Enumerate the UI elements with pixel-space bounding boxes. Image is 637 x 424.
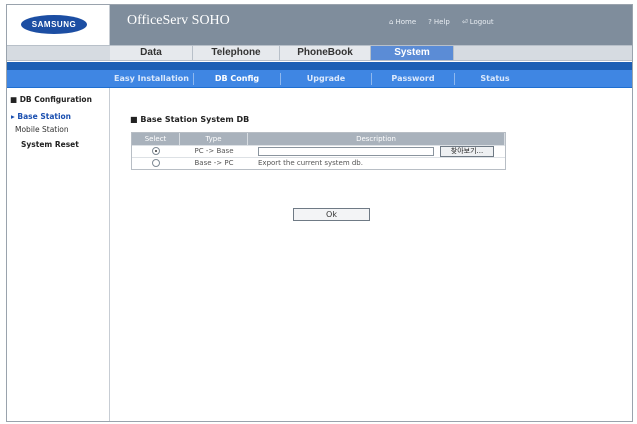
select-cell (132, 146, 180, 157)
home-link[interactable]: ⌂ Home (389, 18, 416, 26)
logo-area: SAMSUNG (7, 5, 110, 45)
db-table: Select Type Description PC -> Base 찾아보기.… (131, 132, 506, 170)
radio-pc-to-base[interactable] (152, 147, 160, 155)
subnav-db-config[interactable]: DB Config (194, 71, 280, 87)
tab-phonebook[interactable]: PhoneBook (280, 46, 371, 60)
header-links: ⌂ Home ? Help ⏎ Logout (389, 18, 494, 26)
subnav-password[interactable]: Password (372, 71, 454, 87)
square-bullet-icon: ■ (10, 95, 20, 104)
page-title: ■ Base Station System DB (130, 115, 249, 124)
logout-link-label: Logout (469, 18, 494, 26)
sidebar-section-label: DB Configuration (19, 95, 92, 104)
subnav-upgrade[interactable]: Upgrade (281, 71, 371, 87)
table-row: PC -> Base 찾아보기... (132, 145, 505, 157)
subnav-strip (7, 62, 632, 70)
app-title: OfficeServ SOHO (127, 13, 230, 28)
square-bullet-icon: ■ (130, 115, 141, 124)
help-icon: ? (428, 18, 432, 26)
sidebar-section: ■ DB Configuration (10, 95, 92, 104)
ok-button[interactable]: Ok (293, 208, 370, 221)
column-header-type: Type (180, 133, 248, 145)
description-cell: Export the current system db. (258, 159, 363, 167)
window: SAMSUNG OfficeServ SOHO ⌂ Home ? Help ⏎ Log… (6, 4, 633, 422)
logout-icon: ⏎ (461, 18, 468, 26)
home-icon: ⌂ (389, 18, 394, 26)
sidebar-item-mobile-station[interactable]: Mobile Station (15, 125, 69, 134)
radio-base-to-pc[interactable] (152, 159, 160, 167)
sidebar-item-label: Base Station (17, 112, 72, 121)
help-link-label: Help (433, 18, 450, 26)
column-header-select: Select (132, 133, 180, 145)
sidebar-item-system-reset[interactable]: System Reset (21, 140, 79, 149)
type-cell: Base -> PC (194, 159, 234, 167)
browse-button[interactable]: 찾아보기... (440, 146, 494, 157)
home-link-label: Home (395, 18, 417, 26)
help-link[interactable]: ? Help (428, 18, 450, 26)
sidebar-item-base-station[interactable]: ▸ Base Station (11, 112, 71, 121)
type-cell: PC -> Base (194, 147, 234, 155)
samsung-logo: SAMSUNG (21, 15, 87, 34)
sub-navigation: Easy Installation DB Config Upgrade Pass… (7, 62, 632, 88)
description-cell: 찾아보기... (248, 146, 505, 157)
table-row: Base -> PC Export the current system db. (132, 157, 505, 169)
header: SAMSUNG OfficeServ SOHO ⌂ Home ? Help ⏎ Log… (7, 5, 632, 45)
subnav-easy-installation[interactable]: Easy Installation (110, 71, 193, 87)
tab-telephone[interactable]: Telephone (193, 46, 280, 60)
page-title-label: Base Station System DB (140, 115, 250, 124)
column-header-description: Description (248, 133, 505, 145)
file-path-input[interactable] (258, 147, 434, 156)
left-sidebar: ■ DB Configuration ▸ Base Station Mobile… (7, 88, 110, 421)
tabs-spacer (7, 46, 110, 60)
logout-link[interactable]: ⏎ Logout (462, 18, 494, 26)
select-cell (132, 158, 180, 169)
main-tabs: Data Telephone PhoneBook System (7, 45, 632, 61)
subnav-status[interactable]: Status (455, 71, 535, 87)
tab-data[interactable]: Data (110, 46, 193, 60)
table-header: Select Type Description (132, 133, 505, 145)
tab-system[interactable]: System (371, 46, 454, 60)
